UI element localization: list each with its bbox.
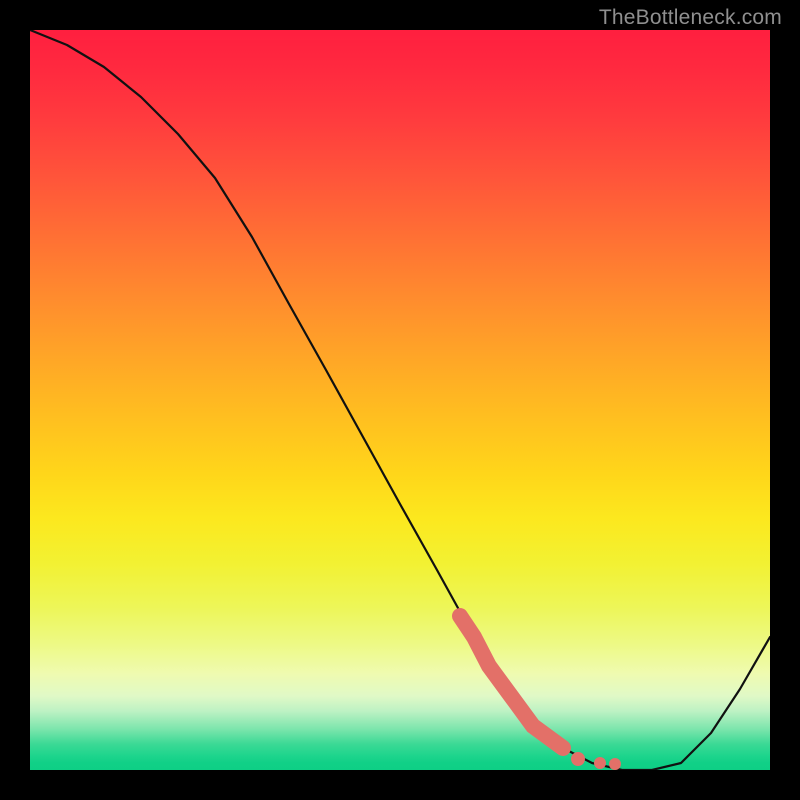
chart-frame: TheBottleneck.com bbox=[0, 0, 800, 800]
marker-dot bbox=[609, 758, 621, 770]
marker-dot bbox=[571, 752, 585, 766]
marker-dot bbox=[594, 757, 606, 769]
watermark-text: TheBottleneck.com bbox=[599, 6, 782, 30]
plot-area bbox=[30, 30, 770, 770]
curve-svg bbox=[30, 30, 770, 770]
bottleneck-curve bbox=[30, 30, 770, 770]
highlight-band bbox=[460, 616, 563, 748]
